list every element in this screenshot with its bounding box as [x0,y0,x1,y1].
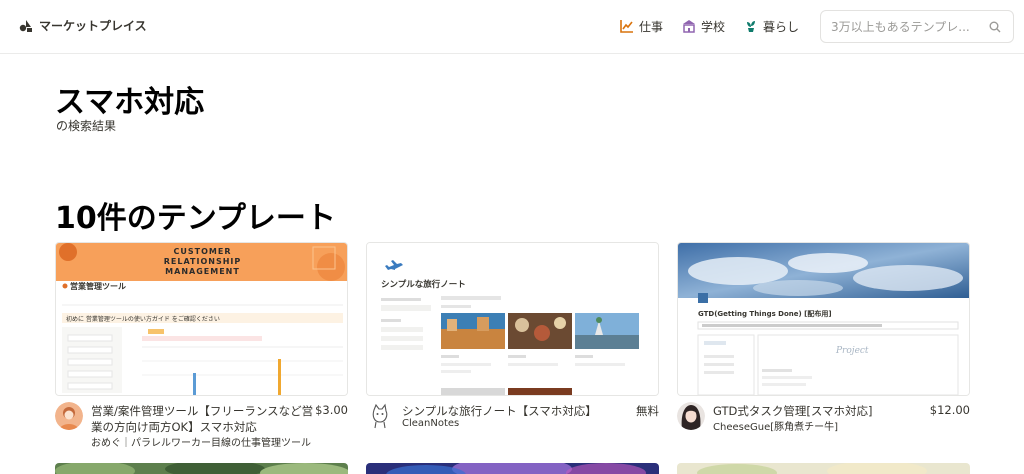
brand-name: マーケットプレイス [39,19,147,33]
nav-work[interactable]: 仕事 [620,16,663,36]
card-meta: GTD式タスク管理[スマホ対応] $12.00 CheeseGue[豚角煮チー牛… [677,402,970,452]
gtd-heading: GTD(Getting Things Done) [配布用] [698,309,832,318]
gtd-project-label: Project [835,346,869,356]
card-price: 無料 [636,404,659,418]
template-thumbnail[interactable]: シンプルな旅行ノート [366,242,659,396]
template-card[interactable]: GTD(Getting Things Done) [配布用] Project G… [677,242,970,452]
search-box[interactable] [820,10,1014,43]
template-thumbnail[interactable] [366,463,659,474]
banner-line: Relationship [163,257,242,266]
template-thumbnail[interactable] [55,463,348,474]
creator-avatar[interactable] [55,402,83,430]
notion-logo-icon [19,19,32,32]
crm-notice: 初めに 営業管理ツールの使い方ガイド をご確認ください [66,315,220,323]
nav-life[interactable]: 暮らし [744,16,799,36]
page-subtitle: の検索結果 [56,119,117,133]
top-header: マーケットプレイス 仕事 学校 暮らし [0,0,1024,54]
template-thumbnail[interactable]: 営業管理ツール 初めに 営業管理ツールの使い方ガイド をご確認ください Cust… [55,242,348,396]
galaxy-thumbnail-image [366,463,659,474]
leaves-thumbnail-image [55,463,348,474]
floral-thumbnail-image [677,463,970,474]
banner-line: Customer [173,247,232,256]
cat-sketch-icon [366,402,394,430]
results-count-title: 10件のテンプレート [55,201,336,236]
nav-school[interactable]: 学校 [682,16,725,36]
gtd-thumbnail-image: GTD(Getting Things Done) [配布用] Project [678,243,969,395]
plant-icon [747,21,756,32]
template-thumbnail[interactable]: GTD(Getting Things Done) [配布用] Project [677,242,970,396]
template-card[interactable]: 営業管理ツール 初めに 営業管理ツールの使い方ガイド をご確認ください Cust… [55,242,348,452]
creator-avatar[interactable] [366,402,394,430]
crm-heading: 営業管理ツール [70,281,126,291]
card-author[interactable]: CheeseGue[豚角煮チー牛] [713,418,838,433]
chart-icon [620,20,633,33]
page-title: スマホ対応 [55,85,205,120]
card-price: $3.00 [315,403,348,417]
avatar-photo-icon [677,402,705,430]
nav-school-label: 学校 [701,19,726,34]
card-title[interactable]: 営業/案件管理ツール【フリーランスなど営業の方向け両方OK】スマホ対応 [91,403,316,435]
card-meta: シンプルな旅行ノート【スマホ対応】 無料 CleanNotes [366,402,659,452]
category-nav: 仕事 学校 暮らし [620,16,818,36]
template-thumbnail[interactable] [677,463,970,474]
card-price: $12.00 [929,403,970,417]
nav-life-label: 暮らし [763,19,800,34]
card-meta: 営業/案件管理ツール【フリーランスなど営業の方向け両方OK】スマホ対応 $3.0… [55,402,348,452]
travel-thumbnail-image: シンプルな旅行ノート [367,243,658,395]
brand-link[interactable]: マーケットプレイス [19,17,147,34]
card-author[interactable]: CleanNotes [402,418,459,429]
banner-line: Management [165,267,240,276]
avatar-illustration-icon [55,402,83,430]
crm-banner: Customer Relationship Management [56,243,347,281]
card-title[interactable]: シンプルな旅行ノート【スマホ対応】 [402,403,627,419]
search-input[interactable] [831,19,981,34]
school-icon [683,20,696,33]
creator-avatar[interactable] [677,402,705,430]
card-title[interactable]: GTD式タスク管理[スマホ対応] [713,403,938,419]
template-card[interactable]: シンプルな旅行ノート シンプルな旅行ノート【スマホ対応】 無料 CleanNot… [366,242,659,452]
card-author[interactable]: おめぐ｜パラレルワーカー目線の仕事管理ツール [91,434,311,449]
travel-heading: シンプルな旅行ノート [381,279,466,290]
nav-work-label: 仕事 [639,19,664,34]
search-icon[interactable] [989,21,1001,33]
